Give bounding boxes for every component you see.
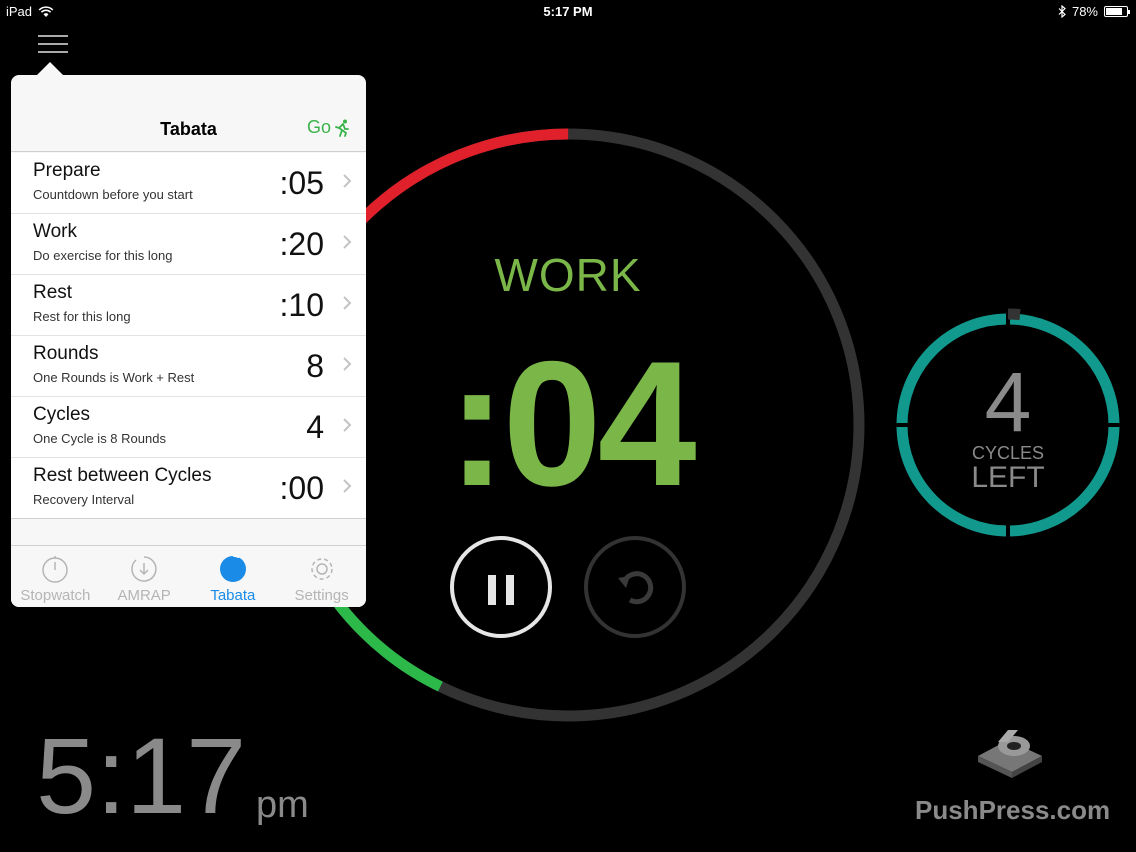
cycles-count: 4 bbox=[984, 355, 1032, 449]
clock-ampm: pm bbox=[256, 784, 309, 826]
gear-icon bbox=[310, 558, 333, 580]
setting-subtitle: One Rounds is Work + Rest bbox=[33, 370, 195, 385]
chevron-right-icon bbox=[343, 296, 352, 310]
chevron-right-icon bbox=[343, 418, 352, 432]
cycles-left-label: LEFT bbox=[971, 461, 1045, 494]
chevron-right-icon bbox=[343, 357, 352, 371]
tab-label: Stopwatch bbox=[20, 587, 91, 604]
setting-subtitle: One Cycle is 8 Rounds bbox=[33, 431, 166, 446]
stopwatch-icon bbox=[42, 556, 69, 583]
pause-button[interactable] bbox=[450, 536, 552, 638]
go-label: Go bbox=[306, 117, 331, 137]
setting-value: :20 bbox=[279, 226, 324, 262]
setting-value: :05 bbox=[279, 165, 324, 201]
popover-arrow bbox=[36, 62, 64, 76]
tab-tabata[interactable]: Tabata bbox=[189, 546, 278, 607]
tabata-icon bbox=[219, 555, 246, 582]
pushpress-logo bbox=[978, 730, 1042, 778]
setting-row-prepare[interactable]: Prepare Countdown before you start :05 bbox=[11, 153, 366, 214]
setting-value: :00 bbox=[279, 470, 324, 506]
setting-value: 8 bbox=[306, 348, 324, 384]
setting-title: Rest bbox=[33, 282, 73, 303]
tab-amrap[interactable]: AMRAP bbox=[100, 546, 189, 607]
popover-header: Tabata Go bbox=[11, 75, 366, 152]
setting-subtitle: Rest for this long bbox=[33, 309, 131, 324]
pause-icon bbox=[488, 575, 496, 605]
setting-row-rounds[interactable]: Rounds One Rounds is Work + Rest 8 bbox=[11, 336, 366, 397]
setting-row-rest[interactable]: Rest Rest for this long :10 bbox=[11, 275, 366, 336]
reset-icon bbox=[618, 571, 654, 605]
tab-label: Settings bbox=[294, 587, 349, 604]
phase-label: WORK bbox=[494, 249, 642, 301]
setting-value: 4 bbox=[306, 409, 324, 445]
amrap-icon bbox=[131, 556, 157, 582]
setting-title: Rounds bbox=[33, 343, 99, 364]
tab-bar: Stopwatch AMRAP Tabata Settings bbox=[11, 545, 366, 607]
setting-row-work[interactable]: Work Do exercise for this long :20 bbox=[11, 214, 366, 275]
go-button[interactable]: Go bbox=[307, 117, 350, 138]
tab-settings[interactable]: Settings bbox=[277, 546, 366, 607]
setting-row-cycles[interactable]: Cycles One Cycle is 8 Rounds 4 bbox=[11, 397, 366, 458]
setting-subtitle: Do exercise for this long bbox=[33, 248, 173, 263]
chevron-right-icon bbox=[343, 174, 352, 188]
tabata-settings-popover: Tabata Go Prepare Countdown before you s… bbox=[11, 75, 366, 607]
setting-title: Cycles bbox=[33, 404, 91, 425]
tab-label: Tabata bbox=[210, 587, 256, 604]
clock-time: 5:17 bbox=[36, 715, 247, 836]
setting-title: Work bbox=[33, 221, 77, 242]
setting-value: :10 bbox=[279, 287, 324, 323]
setting-row-rest-between-cycles[interactable]: Rest between Cycles Recovery Interval :0… bbox=[11, 458, 366, 519]
reset-button[interactable] bbox=[584, 536, 686, 638]
chevron-right-icon bbox=[343, 235, 352, 249]
setting-subtitle: Countdown before you start bbox=[33, 187, 193, 202]
brand-name: PushPress.com bbox=[915, 795, 1111, 825]
countdown-display: :04 bbox=[447, 324, 696, 523]
setting-title: Prepare bbox=[33, 160, 101, 181]
setting-title: Rest between Cycles bbox=[33, 465, 212, 486]
runner-icon bbox=[335, 119, 349, 137]
setting-subtitle: Recovery Interval bbox=[33, 492, 135, 507]
settings-list: Prepare Countdown before you start :05 W… bbox=[11, 153, 366, 519]
tab-stopwatch[interactable]: Stopwatch bbox=[11, 546, 100, 607]
cycles-label: CYCLES bbox=[971, 443, 1045, 463]
tab-label: AMRAP bbox=[117, 587, 171, 604]
chevron-right-icon bbox=[343, 479, 352, 493]
